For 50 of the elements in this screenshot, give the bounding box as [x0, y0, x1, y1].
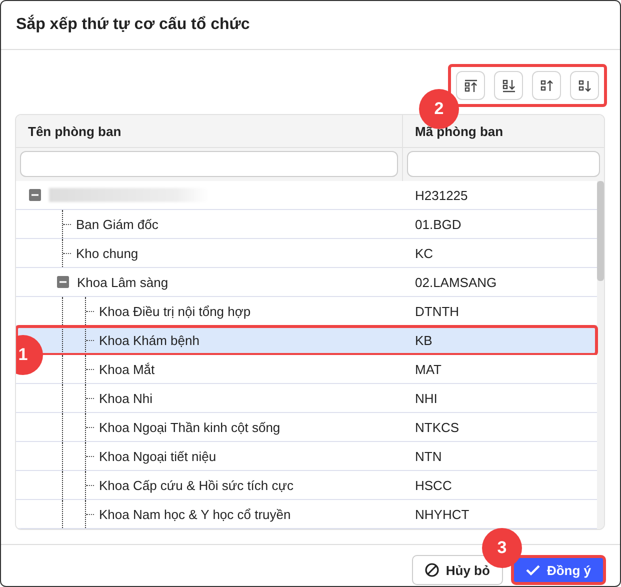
department-name: Khoa Ngoại Thần kinh cột sống: [99, 420, 280, 434]
department-code: MAT: [415, 362, 442, 376]
department-name: Khoa Cấp cứu & Hồi sức tích cực: [99, 478, 294, 492]
department-code: NHYHCT: [415, 506, 470, 522]
department-name: Khoa Nam học & Y học cổ truyền: [99, 506, 291, 522]
filter-field[interactable]: [20, 151, 398, 177]
department-name: Ban Giám đốc: [76, 216, 158, 232]
column-header: Tên phòng ban: [28, 124, 122, 138]
department-name: Khoa Mắt: [99, 362, 155, 376]
dialog-title: Sắp xếp thứ tự cơ cấu tổ chức: [16, 16, 250, 34]
tree-row[interactable]: Khoa Điều trị nội tổng hợp DTNTH: [16, 297, 597, 326]
confirm-button[interactable]: Đồng ý: [510, 555, 606, 585]
move-up-icon: [540, 78, 554, 92]
tree-row[interactable]: Khoa Nam học & Y học cổ truyền NHYHCT: [16, 500, 597, 529]
collapse-icon[interactable]: [57, 276, 69, 288]
tree-row[interactable]: Khoa Ngoại Thần kinh cột sống NTKCS: [16, 413, 597, 442]
move-down-button[interactable]: [570, 71, 599, 100]
department-name: Khoa Khám bệnh: [99, 332, 200, 348]
department-code: 02.LAMSANG: [415, 274, 497, 290]
department-name: Kho chung: [76, 246, 138, 260]
department-code: 01.BGD: [415, 216, 462, 232]
check-icon: [526, 564, 540, 576]
tree-row[interactable]: Khoa Cấp cứu & Hồi sức tích cực HSCC: [16, 471, 597, 500]
move-bottom-button[interactable]: [494, 71, 523, 100]
move-down-icon: [578, 78, 592, 92]
tree-row[interactable]: Ban Giám đốc 01.BGD: [16, 210, 597, 239]
department-name: Khoa Điều trị nội tổng hợp: [99, 304, 251, 318]
department-name: Khoa Nhi: [99, 390, 152, 406]
department-code: KC: [415, 246, 434, 260]
tree-row[interactable]: Kho chung KC: [16, 239, 597, 268]
department-code: H231225: [415, 188, 468, 202]
tree-row[interactable]: Khoa Nhi NHI: [16, 384, 597, 413]
cancel-button[interactable]: Hủy bỏ: [412, 555, 503, 585]
tree-row[interactable]: Khoa Ngoại tiết niệu NTN: [16, 442, 597, 471]
move-up-button[interactable]: [532, 71, 561, 100]
scrollbar[interactable]: [597, 181, 604, 529]
move-to-top-icon: [464, 78, 478, 92]
department-name: Khoa Ngoại tiết niệu: [99, 448, 216, 464]
cancel-icon: [424, 563, 439, 577]
department-code: NTKCS: [415, 420, 460, 434]
department-code: DTNTH: [415, 304, 460, 318]
move-to-bottom-icon: [502, 78, 516, 92]
department-name: Khoa Lâm sàng: [77, 274, 168, 290]
department-code: HSCC: [415, 478, 452, 492]
move-top-button[interactable]: [456, 71, 485, 100]
collapse-icon[interactable]: [29, 189, 41, 201]
department-code: NTN: [415, 448, 442, 464]
department-code: KB: [415, 332, 432, 348]
department-code: NHI: [415, 390, 438, 406]
filter-field[interactable]: [407, 151, 600, 177]
